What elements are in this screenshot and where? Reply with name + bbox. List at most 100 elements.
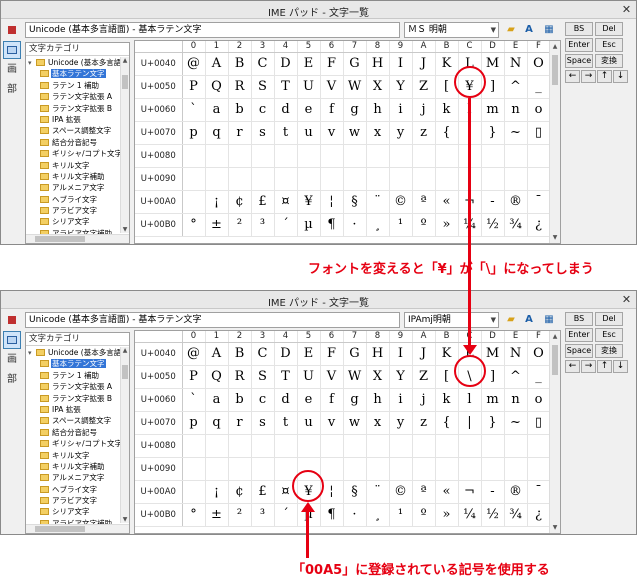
character-cell[interactable]: ¿ [527, 213, 551, 237]
character-cell[interactable]: u [297, 411, 321, 435]
character-cell[interactable]: I [389, 52, 413, 76]
character-cell[interactable]: E [297, 52, 321, 76]
character-cell[interactable]: w [343, 121, 367, 145]
character-cell[interactable]: g [343, 98, 367, 122]
character-cell[interactable] [182, 167, 206, 191]
character-cell[interactable]: G [343, 52, 367, 76]
grid-vertical-scrollbar[interactable]: ▲ ▼ [549, 41, 560, 243]
character-cell[interactable] [481, 144, 505, 168]
view-grid-icon[interactable]: ▦ [541, 22, 557, 38]
character-cell[interactable] [481, 167, 505, 191]
character-cell[interactable]: M [481, 342, 505, 366]
character-cell[interactable]: ½ [481, 213, 505, 237]
close-icon[interactable]: ✕ [620, 3, 633, 16]
character-cell[interactable]: ~ [504, 411, 528, 435]
character-cell[interactable]: M [481, 52, 505, 76]
character-cell[interactable]: ± [205, 503, 229, 527]
character-cell[interactable]: q [205, 121, 229, 145]
character-cell[interactable]: ¹ [389, 213, 413, 237]
scroll-thumb[interactable] [552, 345, 558, 375]
character-cell[interactable]: Q [205, 365, 229, 389]
view-grid-icon[interactable]: ▦ [541, 312, 557, 328]
tree-item[interactable]: ラテン文字拡張 A [26, 91, 121, 102]
character-cell[interactable]: k [435, 388, 459, 412]
character-cell[interactable]: ³ [251, 213, 275, 237]
character-cell[interactable]: I [389, 342, 413, 366]
character-cell[interactable] [481, 457, 505, 481]
tree-item[interactable]: IPA 拡張 [26, 114, 121, 125]
character-cell[interactable]: Y [389, 75, 413, 99]
character-cell[interactable]: ^ [504, 75, 528, 99]
character-cell[interactable]: d [274, 98, 298, 122]
character-cell[interactable]: ª [412, 190, 436, 214]
tree-item[interactable]: 結合分音記号 [26, 137, 121, 148]
character-cell[interactable]: ° [182, 503, 206, 527]
character-cell[interactable] [343, 457, 367, 481]
character-cell[interactable]: ´ [274, 213, 298, 237]
scroll-down-icon[interactable]: ▼ [550, 524, 560, 531]
tree-item[interactable]: ラテン文字拡張 B [26, 103, 121, 114]
character-cell[interactable]: ª [412, 480, 436, 504]
character-cell[interactable] [251, 434, 275, 458]
character-cell[interactable]: o [527, 388, 551, 412]
character-cell[interactable] [527, 167, 551, 191]
escape-button[interactable]: Esc [595, 38, 623, 52]
character-cell[interactable]: i [389, 388, 413, 412]
character-cell[interactable]: w [343, 411, 367, 435]
character-cell[interactable]: · [343, 213, 367, 237]
character-cell[interactable]: u [297, 121, 321, 145]
escape-button[interactable]: Esc [595, 328, 623, 342]
character-cell[interactable]: V [320, 365, 344, 389]
character-cell[interactable]: ¸ [366, 213, 390, 237]
tree-vertical-scrollbar[interactable]: ▲ ▼ [120, 347, 129, 523]
character-cell[interactable] [205, 457, 229, 481]
font-icon[interactable]: A [521, 312, 537, 328]
character-cell[interactable] [182, 434, 206, 458]
character-cell[interactable] [389, 144, 413, 168]
character-cell[interactable]: £ [251, 190, 275, 214]
scroll-up-icon[interactable]: ▲ [550, 43, 560, 50]
tree-item[interactable]: ラテン文字拡張 B [26, 393, 121, 404]
character-cell[interactable] [205, 144, 229, 168]
character-cell[interactable] [366, 167, 390, 191]
tree-item[interactable]: ギリシャ/コプト文字 [26, 148, 121, 159]
tree-item[interactable]: ラテン文字拡張 A [26, 381, 121, 392]
character-cell[interactable]: ¨ [366, 190, 390, 214]
character-cell[interactable]: @ [182, 342, 206, 366]
folder-icon[interactable]: ▰ [503, 22, 519, 38]
character-cell[interactable] [251, 457, 275, 481]
character-cell[interactable]: « [435, 480, 459, 504]
character-cell[interactable]: j [412, 98, 436, 122]
character-cell[interactable]: O [527, 52, 551, 76]
character-cell[interactable]: § [343, 190, 367, 214]
character-cell[interactable]: J [412, 342, 436, 366]
character-cell[interactable] [343, 434, 367, 458]
character-cell[interactable] [435, 167, 459, 191]
character-cell[interactable]: F [320, 52, 344, 76]
tree-root[interactable]: ▾ Unicode (基本多言語面) [26, 57, 121, 68]
character-cell[interactable]: T [274, 75, 298, 99]
character-cell[interactable]: ¶ [320, 213, 344, 237]
font-select[interactable]: IPAmj明朝 ▼ [404, 312, 499, 328]
character-cell[interactable] [504, 144, 528, 168]
tree-item[interactable]: シリア文字 [26, 506, 121, 517]
character-cell[interactable]: £ [251, 480, 275, 504]
character-cell[interactable]: » [435, 213, 459, 237]
arrow-down-button[interactable]: ↓ [613, 70, 628, 83]
character-cell[interactable] [504, 457, 528, 481]
radical-icon[interactable]: 部 [3, 371, 21, 389]
tree-item[interactable]: アルメニア文字 [26, 182, 121, 193]
tree-vertical-scrollbar[interactable]: ▲ ▼ [120, 57, 129, 233]
character-cell[interactable]: f [320, 388, 344, 412]
character-cell[interactable]: ¯ [527, 190, 551, 214]
character-cell[interactable] [205, 434, 229, 458]
tree-root[interactable]: ▾ Unicode (基本多言語面) [26, 347, 121, 358]
character-cell[interactable]: v [320, 121, 344, 145]
character-cell[interactable] [251, 167, 275, 191]
character-cell[interactable]: D [274, 342, 298, 366]
character-cell[interactable]: ¥ [297, 190, 321, 214]
tree-item[interactable]: ヘブライ文字 [26, 484, 121, 495]
tree-item[interactable]: キリル文字 [26, 450, 121, 461]
tree-item[interactable]: アラビア文字 [26, 495, 121, 506]
character-cell[interactable]: A [205, 342, 229, 366]
